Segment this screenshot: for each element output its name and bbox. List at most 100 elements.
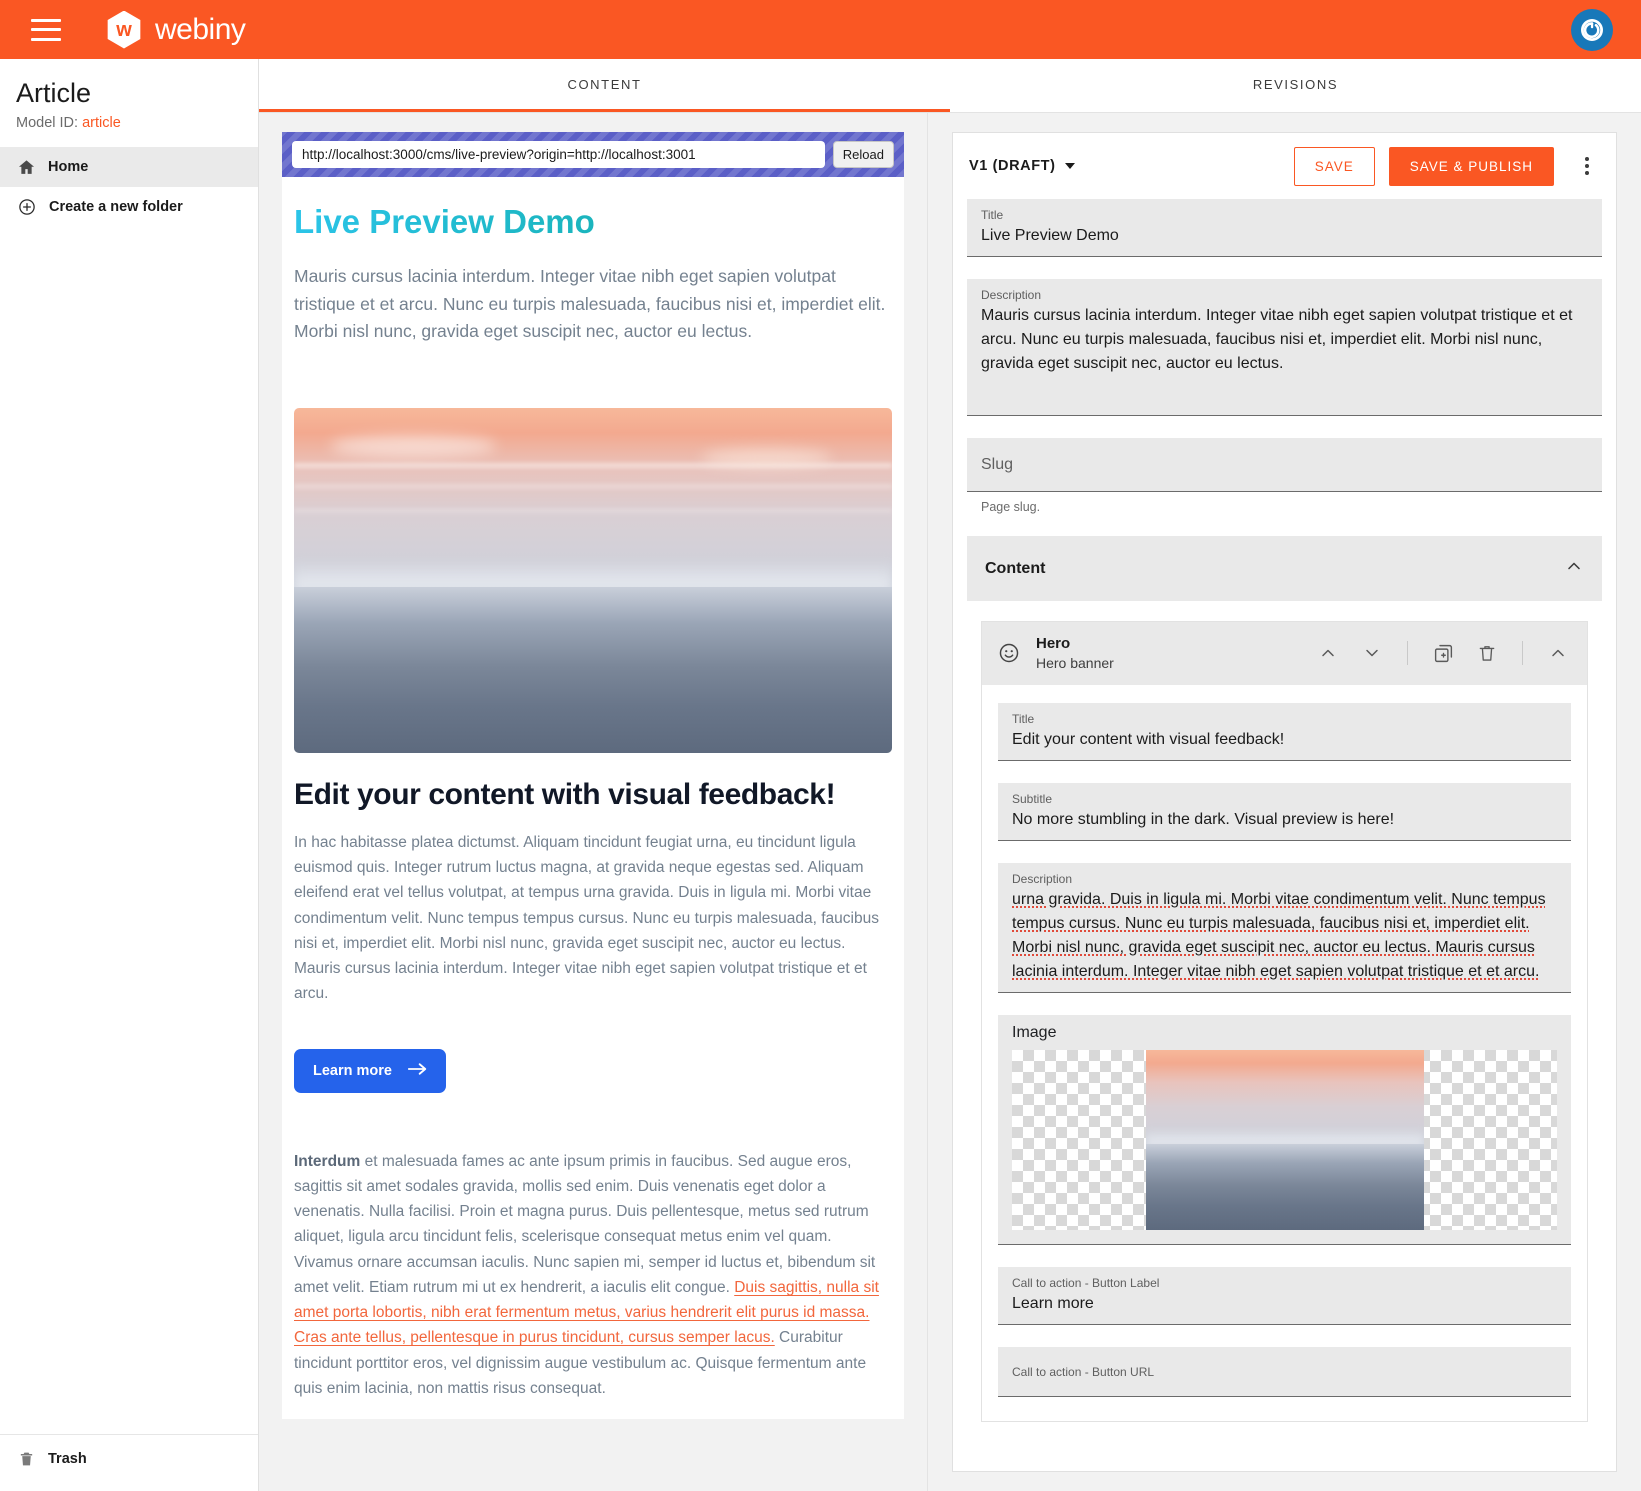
hero-block-titles: Hero Hero banner [1036, 635, 1114, 672]
field-slug-helper: Page slug. [981, 500, 1041, 514]
live-preview-pane: Reload Live Preview Demo Mauris cursus l… [259, 113, 928, 1491]
hero-field-description-value: urna gravida. Duis in ligula mi. Morbi v… [1012, 890, 1546, 980]
hero-field-cta-url-label: Call to action - Button URL [1012, 1364, 1155, 1379]
sidebar-list: Home Create a new folder [0, 147, 258, 227]
preview-tail-before: et malesuada fames ac ante ipsum primis … [294, 1152, 876, 1296]
brand-logo[interactable]: w webiny [105, 10, 246, 49]
preview-hero-heading: Edit your content with visual feedback! [294, 777, 836, 811]
duplicate-button[interactable] [1428, 638, 1458, 668]
preview-cta-button[interactable]: Learn more [294, 1048, 446, 1093]
arrow-right-icon [407, 1062, 427, 1080]
hero-block: Hero Hero banner Title Edit your content… [981, 621, 1588, 1422]
preview-tail-lead: Interdum [294, 1152, 361, 1170]
preview-hero-body: In hac habitasse platea dictumst. Aliqua… [294, 833, 879, 1003]
move-down-button[interactable] [1357, 638, 1387, 668]
hero-block-header: Hero Hero banner [982, 622, 1587, 685]
power-avatar-icon [1581, 18, 1603, 41]
collapse-block-button[interactable] [1543, 638, 1573, 668]
hero-field-cta-label-value: Learn more [1012, 1294, 1094, 1312]
hero-block-body: Title Edit your content with visual feed… [982, 685, 1587, 1421]
sidebar: Article Model ID: article Home Create a … [0, 59, 259, 1491]
preview-url-input[interactable] [292, 141, 825, 168]
revision-label: V1 (DRAFT) [969, 158, 1056, 174]
split-view: Reload Live Preview Demo Mauris cursus l… [259, 113, 1641, 1491]
hero-field-image-label: Image [1012, 1023, 1057, 1041]
trash-icon [16, 1449, 36, 1469]
image-preview-area[interactable] [1012, 1049, 1557, 1230]
save-and-publish-button[interactable]: SAVE & PUBLISH [1388, 146, 1554, 186]
field-description-value: Mauris cursus lacinia interdum. Integer … [981, 307, 1573, 372]
save-button[interactable]: SAVE [1293, 146, 1375, 186]
sidebar-item-trash[interactable]: Trash [16, 1449, 242, 1469]
chevron-up-icon[interactable] [1564, 556, 1584, 581]
sidebar-footer: Trash [0, 1434, 258, 1491]
field-description[interactable]: Description Mauris cursus lacinia interd… [967, 279, 1602, 416]
sidebar-item-label: Create a new folder [49, 199, 183, 216]
preview-frame: Reload Live Preview Demo Mauris cursus l… [282, 132, 904, 1491]
move-up-button[interactable] [1313, 638, 1343, 668]
field-slug[interactable]: Slug [967, 438, 1602, 492]
top-bar: w webiny [0, 0, 1641, 59]
preview-hero-image [294, 407, 892, 753]
hero-field-description-label: Description [1012, 871, 1073, 886]
brand-name: webiny [155, 12, 246, 46]
hero-block-name: Hero [1036, 635, 1071, 652]
chevron-down-icon [1064, 163, 1075, 169]
brand-letter: w [116, 18, 132, 41]
hero-field-cta-url[interactable]: Call to action - Button URL [998, 1346, 1571, 1397]
model-id-label: Model ID: [16, 115, 79, 132]
editor-scroll[interactable]: V1 (DRAFT) SAVE SAVE & PUBLISH Title Liv… [928, 113, 1641, 1491]
revision-selector[interactable]: V1 (DRAFT) [969, 158, 1075, 174]
home-icon [16, 157, 36, 177]
content-accordion-header[interactable]: Content [967, 536, 1602, 601]
preview-cta-label: Learn more [313, 1062, 392, 1079]
field-description-label: Description [981, 288, 1042, 302]
delete-button[interactable] [1472, 638, 1502, 668]
editor-card: V1 (DRAFT) SAVE SAVE & PUBLISH Title Liv… [952, 132, 1617, 1472]
tab-revisions[interactable]: REVISIONS [950, 59, 1641, 112]
tab-content[interactable]: CONTENT [259, 59, 950, 112]
preview-browser-chrome: Reload [282, 132, 904, 177]
hero-field-title-value: Edit your content with visual feedback! [1012, 730, 1285, 748]
hero-field-subtitle-value: No more stumbling in the dark. Visual pr… [1012, 810, 1395, 828]
webiny-mark-icon: w [105, 10, 143, 49]
sidebar-item-create-folder[interactable]: Create a new folder [0, 187, 258, 227]
tab-bar: CONTENT REVISIONS [259, 59, 1641, 113]
hero-field-cta-label-label: Call to action - Button Label [1012, 1275, 1160, 1290]
preview-lede: Mauris cursus lacinia interdum. Integer … [294, 265, 886, 342]
hero-block-description: Hero banner [1036, 654, 1114, 671]
sidebar-item-label: Home [48, 159, 89, 176]
hero-field-title[interactable]: Title Edit your content with visual feed… [998, 702, 1571, 761]
model-id-line: Model ID: article [16, 115, 242, 131]
hamburger-icon[interactable] [31, 18, 61, 41]
hero-field-image[interactable]: Image [998, 1014, 1571, 1245]
more-vertical-icon[interactable] [1574, 153, 1600, 179]
hero-field-cta-label[interactable]: Call to action - Button Label Learn more [998, 1266, 1571, 1325]
image-thumbnail [1145, 1049, 1424, 1230]
hero-field-subtitle[interactable]: Subtitle No more stumbling in the dark. … [998, 782, 1571, 841]
model-id-value: article [82, 115, 121, 132]
sidebar-item-home[interactable]: Home [0, 147, 258, 188]
hero-field-subtitle-label: Subtitle [1012, 791, 1053, 806]
field-slug-label: Slug [981, 456, 1014, 473]
editor-toolbar: V1 (DRAFT) SAVE SAVE & PUBLISH [953, 133, 1616, 199]
editor-pane: V1 (DRAFT) SAVE SAVE & PUBLISH Title Liv… [928, 113, 1641, 1491]
sidebar-header: Article Model ID: article [0, 59, 258, 131]
content-accordion: Content Hero Hero banner Title Edit your… [967, 536, 1602, 1428]
hero-field-description[interactable]: Description urna gravida. Duis in ligula… [998, 862, 1571, 993]
editor-fields: Title Live Preview Demo Description Maur… [953, 199, 1616, 1448]
preview-tail-paragraph: Interdum et malesuada fames ac ante ipsu… [294, 1149, 892, 1402]
avatar[interactable] [1571, 8, 1613, 51]
main-area: CONTENT REVISIONS Reload Live Preview De… [259, 59, 1641, 1491]
page-title: Article [16, 78, 92, 108]
content-accordion-title: Content [985, 559, 1046, 577]
reload-button[interactable]: Reload [832, 141, 894, 168]
smiley-icon [996, 640, 1022, 666]
field-title-label: Title [981, 208, 1004, 222]
plus-circle-icon [17, 197, 37, 217]
preview-heading: Live Preview Demo [294, 203, 892, 241]
field-title[interactable]: Title Live Preview Demo [967, 199, 1602, 257]
field-title-value: Live Preview Demo [981, 227, 1119, 244]
preview-document: Live Preview Demo Mauris cursus lacinia … [282, 177, 904, 1419]
hero-field-title-label: Title [1012, 711, 1035, 726]
